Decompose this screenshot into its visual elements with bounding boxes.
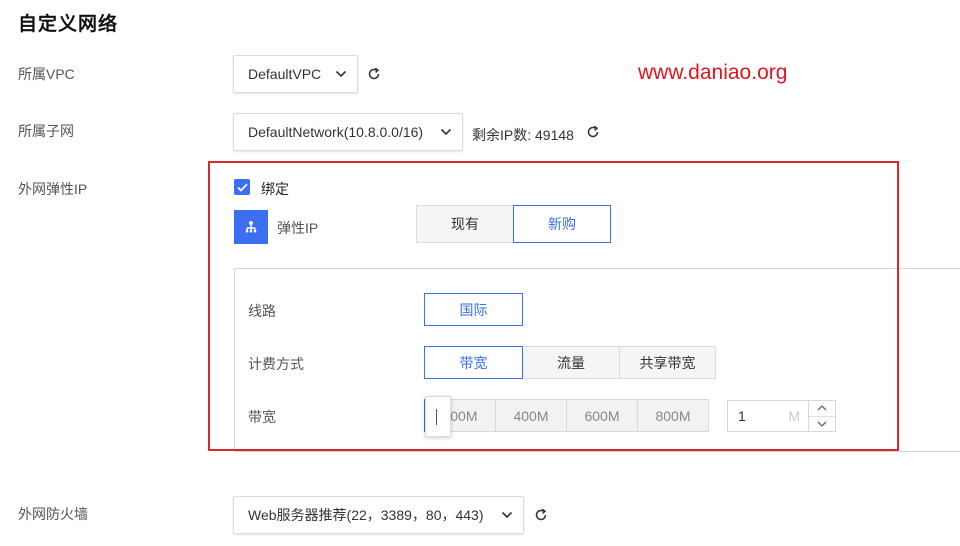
vpc-value: DefaultVPC — [248, 66, 322, 82]
firewall-select[interactable]: Web服务器推荐(22，3389，80，443) — [233, 496, 524, 534]
refresh-icon[interactable] — [533, 507, 549, 523]
bandwidth-unit: M — [788, 408, 800, 424]
bandwidth-stepper — [808, 400, 836, 432]
eip-label: 外网弹性IP — [18, 181, 88, 197]
slider-handle[interactable] — [425, 396, 451, 437]
line-toggle: 国际 — [424, 293, 523, 326]
bind-label: 绑定 — [261, 181, 289, 197]
check-icon — [236, 183, 248, 192]
chevron-down-icon — [501, 511, 513, 519]
chevron-down-icon — [440, 128, 452, 136]
billing-toggle: 带宽 流量 共享带宽 — [424, 346, 716, 379]
decrement-button[interactable] — [809, 415, 835, 432]
option-new-purchase[interactable]: 新购 — [513, 205, 611, 243]
watermark-text: www.daniao.org — [638, 61, 788, 84]
firewall-label: 外网防火墙 — [18, 506, 88, 522]
chevron-down-icon — [335, 70, 347, 78]
line-label: 线路 — [248, 303, 276, 319]
vpc-label: 所属VPC — [18, 66, 75, 82]
subnet-label: 所属子网 — [18, 123, 74, 139]
option-existing[interactable]: 现有 — [416, 205, 514, 243]
refresh-icon[interactable] — [585, 124, 601, 140]
eip-source-toggle: 现有 新购 — [416, 205, 611, 243]
bandwidth-slider[interactable]: 200M 400M 600M 800M — [424, 399, 712, 432]
eip-type-label: 弹性IP — [277, 220, 319, 236]
refresh-icon[interactable] — [366, 66, 382, 82]
firewall-value: Web服务器推荐(22，3389，80，443) — [248, 507, 484, 523]
bandwidth-value: 1 — [738, 408, 746, 424]
subnet-select[interactable]: DefaultNetwork(10.8.0.0/16) — [233, 113, 463, 151]
billing-label: 计费方式 — [248, 356, 304, 372]
network-icon — [234, 210, 268, 244]
option-shared-bandwidth[interactable]: 共享带宽 — [619, 346, 716, 379]
option-bandwidth[interactable]: 带宽 — [424, 346, 523, 379]
option-traffic[interactable]: 流量 — [522, 346, 620, 379]
bandwidth-label: 带宽 — [248, 409, 276, 425]
chevron-up-icon — [817, 405, 827, 411]
slider-tick: 400M — [495, 399, 567, 432]
bind-checkbox[interactable] — [234, 179, 250, 195]
subnet-value: DefaultNetwork(10.8.0.0/16) — [248, 124, 424, 140]
slider-tick: 600M — [566, 399, 638, 432]
vpc-select[interactable]: DefaultVPC — [233, 55, 358, 93]
increment-button[interactable] — [809, 401, 835, 416]
slider-tick: 800M — [637, 399, 709, 432]
option-international[interactable]: 国际 — [424, 293, 523, 326]
remaining-ip-count: 剩余IP数: 49148 — [472, 127, 574, 143]
chevron-down-icon — [817, 421, 827, 427]
bandwidth-input[interactable]: 1 M — [727, 400, 809, 432]
page-title: 自定义网络 — [18, 14, 119, 35]
